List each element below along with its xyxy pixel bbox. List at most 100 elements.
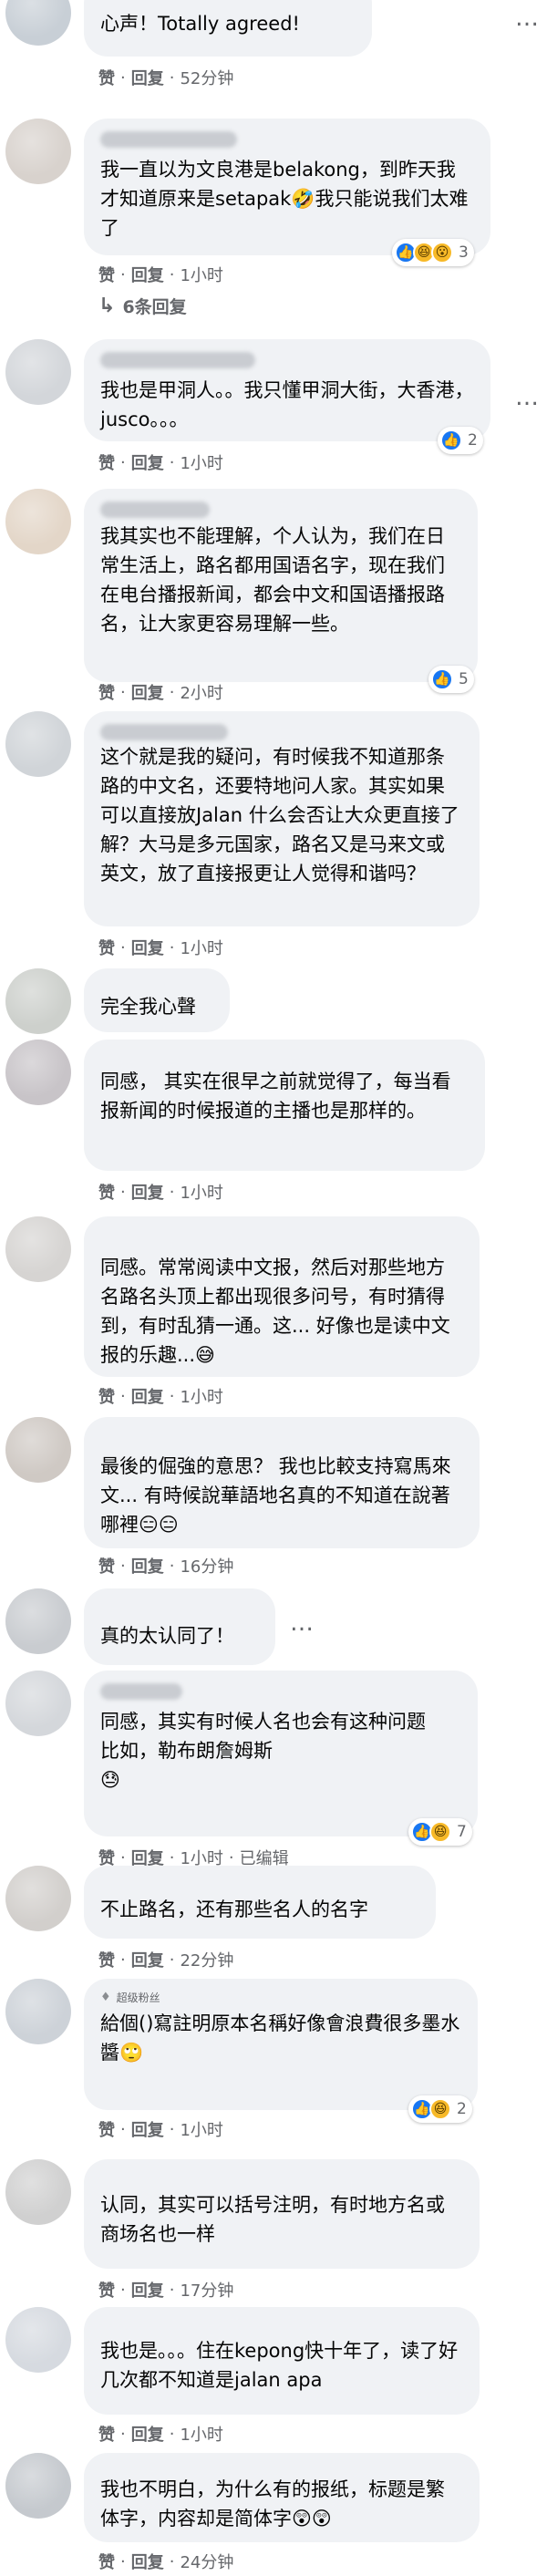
avatar[interactable] xyxy=(5,2453,71,2519)
avatar[interactable] xyxy=(5,1216,71,1282)
commenter-name[interactable] xyxy=(100,1683,182,1700)
commenter-name[interactable] xyxy=(100,352,255,368)
view-replies-button[interactable]: ↳ 6条回复 xyxy=(98,294,187,318)
avatar[interactable] xyxy=(5,2307,71,2373)
like-button[interactable]: 赞 xyxy=(98,1180,115,1204)
reply-button[interactable]: 回复 xyxy=(131,2117,164,2141)
avatar[interactable] xyxy=(5,2159,71,2225)
avatar[interactable] xyxy=(5,339,71,405)
like-button[interactable]: 赞 xyxy=(98,936,115,959)
comment-meta: 赞 · 回复 · 1小时 xyxy=(98,1384,223,1408)
reaction-summary[interactable]: 👍 😆 😮 3 xyxy=(392,239,474,266)
separator: · xyxy=(169,452,175,472)
reply-button[interactable]: 回复 xyxy=(131,263,164,286)
comment-meta: 赞 · 回复 · 1小时 xyxy=(98,1180,223,1204)
comment-bubble: 不止路名，还有那些名人的名字 xyxy=(84,1866,436,1939)
comment-text: 給個()寫註明原本名稱好像會浪費很多墨水醬🙄 xyxy=(100,2012,460,2064)
comment-time[interactable]: 1小时 xyxy=(180,936,222,959)
comment-time[interactable]: 17分钟 xyxy=(180,2278,233,2302)
comment-text: 我也不明白，为什么有的报纸，标题是繁体字，内容却是简体字😲😲 xyxy=(100,2478,445,2529)
reaction-summary[interactable]: 👍 2 xyxy=(438,427,483,454)
comment-time[interactable]: 1小时 xyxy=(180,1384,222,1408)
more-options-icon[interactable]: … xyxy=(515,386,540,409)
avatar[interactable] xyxy=(5,1588,71,1654)
reaction-count: 2 xyxy=(457,2100,467,2118)
comment-time[interactable]: 1小时 xyxy=(180,450,222,474)
like-button[interactable]: 赞 xyxy=(98,1384,115,1408)
separator: · xyxy=(169,2280,175,2300)
comment-time[interactable]: 1小时 xyxy=(180,2117,222,2141)
commenter-name[interactable] xyxy=(100,502,210,518)
like-button[interactable]: 赞 xyxy=(98,66,115,89)
like-button[interactable]: 赞 xyxy=(98,263,115,286)
avatar[interactable] xyxy=(5,968,71,1034)
reaction-count: 7 xyxy=(457,1823,467,1841)
comment-text: 同感。常常阅读中文报，然后对那些地方名路名头顶上都出现很多问号，有时猜得到，有时… xyxy=(100,1257,450,1366)
comment-time[interactable]: 1小时 xyxy=(180,1180,222,1204)
wow-icon: 😮 xyxy=(431,242,453,264)
comment-time[interactable]: 16分钟 xyxy=(180,1554,233,1578)
commenter-name[interactable] xyxy=(100,724,228,740)
like-button[interactable]: 赞 xyxy=(98,2422,115,2446)
avatar[interactable] xyxy=(5,1866,71,1931)
reply-button[interactable]: 回复 xyxy=(131,1554,164,1578)
avatar[interactable] xyxy=(5,0,71,46)
like-button[interactable]: 赞 xyxy=(98,450,115,474)
comment-text: 这个就是我的疑问，有时候我不知道那条路的中文名，还要特地问人家。其实如果可以直接… xyxy=(100,746,459,885)
comment-thread: 心声！Totally agreed! … 赞 · 回复 · 52分钟 我一直以为… xyxy=(0,0,547,2576)
reply-button[interactable]: 回复 xyxy=(131,1384,164,1408)
avatar[interactable] xyxy=(5,1979,71,2044)
comment-time[interactable]: 2小时 xyxy=(180,680,222,704)
reply-button[interactable]: 回复 xyxy=(131,936,164,959)
like-button[interactable]: 赞 xyxy=(98,2117,115,2141)
reaction-summary[interactable]: 👍 😆 7 xyxy=(408,1818,472,1846)
reply-button[interactable]: 回复 xyxy=(131,450,164,474)
avatar[interactable] xyxy=(5,711,71,777)
like-button[interactable]: 赞 xyxy=(98,1554,115,1578)
commenter-name[interactable] xyxy=(100,131,237,148)
comment-time[interactable]: 1小时 xyxy=(180,2422,222,2446)
like-button[interactable]: 赞 xyxy=(98,2550,115,2573)
comment-time[interactable]: 52分钟 xyxy=(180,66,233,89)
separator: · xyxy=(120,2551,126,2571)
like-button[interactable]: 赞 xyxy=(98,1948,115,1971)
comment-time[interactable]: 24分钟 xyxy=(180,2550,233,2573)
more-options-icon[interactable]: … xyxy=(290,1611,315,1635)
reply-button[interactable]: 回复 xyxy=(131,66,164,89)
comment-meta: 赞 · 回复 · 2小时 xyxy=(98,680,223,704)
comment-text: 认同，其实可以括号注明，有时地方名或商场名也一样 xyxy=(100,2194,445,2245)
reply-button[interactable]: 回复 xyxy=(131,680,164,704)
comment-bubble: 同感，其实有时候人名也会有这种问题 比如，勒布朗詹姆斯 😓 xyxy=(84,1671,478,1836)
avatar[interactable] xyxy=(5,119,71,184)
comment-bubble: 这个就是我的疑问，有时候我不知道那条路的中文名，还要特地问人家。其实如果可以直接… xyxy=(84,711,480,926)
separator: · xyxy=(169,264,175,284)
reaction-summary[interactable]: 👍 5 xyxy=(428,666,474,693)
top-fan-badge: ♦ 超级粉丝 xyxy=(100,1990,461,2005)
reply-button[interactable]: 回复 xyxy=(131,2278,164,2302)
reply-button[interactable]: 回复 xyxy=(131,1180,164,1204)
more-options-icon[interactable]: … xyxy=(515,6,540,30)
like-button[interactable]: 赞 xyxy=(98,680,115,704)
reaction-count: 2 xyxy=(468,431,478,450)
avatar[interactable] xyxy=(5,489,71,554)
comment-bubble: 完全我心聲 xyxy=(84,968,230,1032)
comment-text: 心声！Totally agreed! xyxy=(100,13,300,35)
reaction-summary[interactable]: 👍 😆 2 xyxy=(408,2095,472,2123)
like-button[interactable]: 赞 xyxy=(98,2278,115,2302)
separator: · xyxy=(120,2424,126,2444)
comment-bubble: 心声！Totally agreed! xyxy=(84,0,372,57)
comment-time[interactable]: 1小时 xyxy=(180,263,222,286)
comment-text: 最後的倔強的意思？ 我也比較支持寫馬來文... 有時候說華語地名真的不知道在說著… xyxy=(100,1455,451,1536)
comment-time[interactable]: 22分钟 xyxy=(180,1948,233,1971)
reply-button[interactable]: 回复 xyxy=(131,1948,164,1971)
comment-bubble: 我也不明白，为什么有的报纸，标题是繁体字，内容却是简体字😲😲 xyxy=(84,2453,480,2542)
avatar[interactable] xyxy=(5,1417,71,1483)
reply-button[interactable]: 回复 xyxy=(131,2422,164,2446)
avatar[interactable] xyxy=(5,1671,71,1736)
separator: · xyxy=(169,937,175,957)
comment-meta: 赞 · 回复 · 24分钟 xyxy=(98,2550,233,2573)
avatar[interactable] xyxy=(5,1040,71,1105)
comment-bubble: 真的太认同了！ xyxy=(84,1588,275,1665)
comment-text: 我一直以为文良港是belakong，到昨天我才知道原来是setapak🤣我只能说… xyxy=(100,159,469,239)
reply-button[interactable]: 回复 xyxy=(131,2550,164,2573)
